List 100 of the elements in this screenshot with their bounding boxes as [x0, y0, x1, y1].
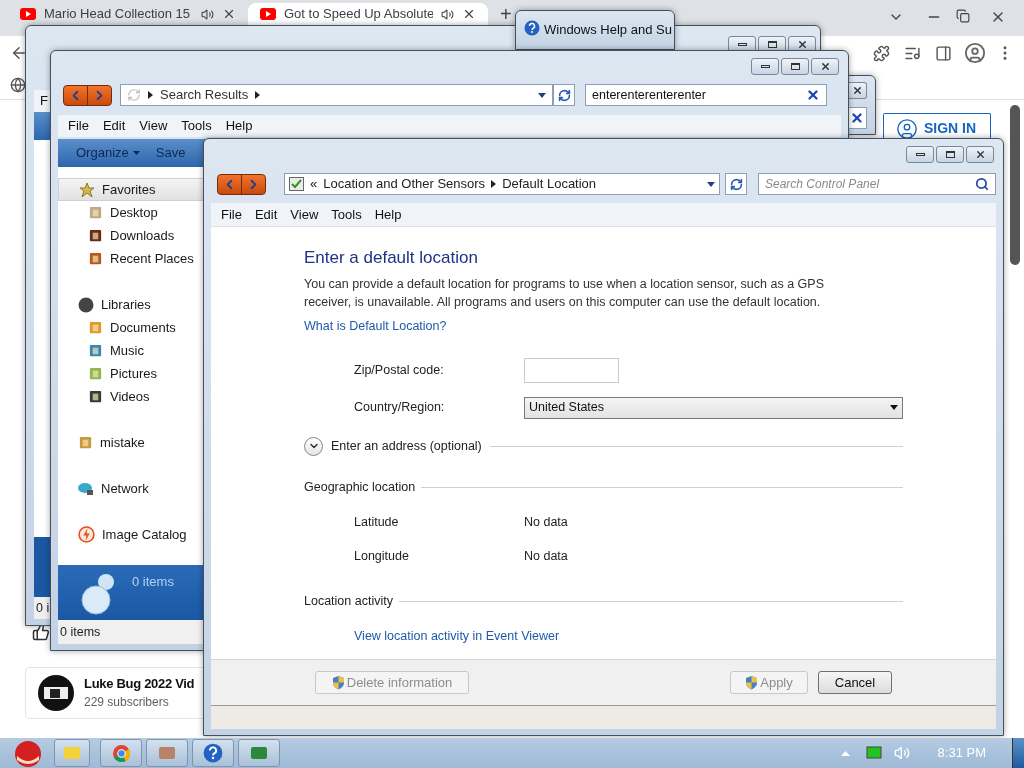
dropdown-icon: [890, 405, 898, 411]
navigation-item[interactable]: Pictures: [58, 362, 204, 385]
menu-item[interactable]: Tools: [181, 116, 212, 136]
dropdown-icon: [538, 92, 546, 98]
clear-icon[interactable]: [806, 88, 820, 102]
close-button[interactable]: [966, 145, 994, 163]
app-icon: [158, 745, 176, 761]
subscriber-count: 229 subscribers: [84, 694, 170, 711]
address-bar[interactable]: Search Results: [120, 84, 553, 106]
taskbar-button[interactable]: [192, 739, 234, 767]
restore-icon[interactable]: [956, 9, 970, 23]
app-icon: [63, 745, 81, 761]
menu-item[interactable]: Help: [225, 116, 253, 136]
navigation-item[interactable]: Documents: [58, 316, 204, 339]
folder-icon: [88, 389, 103, 404]
person-icon: [896, 118, 918, 140]
section-title: Location activity: [304, 593, 393, 610]
profile-icon[interactable]: [964, 42, 986, 64]
menu-item[interactable]: Help: [374, 204, 402, 225]
speaker-icon[interactable]: [441, 7, 454, 21]
back-icon[interactable]: [10, 44, 28, 62]
new-tab-button[interactable]: +: [500, 4, 512, 24]
navigation-item[interactable]: Image Catalog: [58, 523, 204, 546]
address-bar[interactable]: « Location and Other Sensors Default Location: [284, 173, 720, 195]
like-icon[interactable]: [32, 623, 50, 641]
menu-item[interactable]: Edit: [254, 204, 278, 225]
back-forward-buttons[interactable]: [217, 173, 266, 195]
side-panel-icon[interactable]: [935, 44, 952, 62]
network-status-icon[interactable]: [865, 746, 882, 760]
show-desktop-button[interactable]: [1012, 738, 1024, 768]
breadcrumb-overflow[interactable]: «: [310, 174, 318, 194]
search-icon[interactable]: [975, 177, 989, 191]
country-select[interactable]: United States: [524, 396, 903, 419]
folder-icon: [88, 205, 103, 220]
page-heading: Enter a default location: [304, 247, 479, 269]
minimize-button[interactable]: [751, 57, 779, 75]
taskbar-button[interactable]: [100, 739, 142, 767]
close-icon: [852, 85, 863, 96]
expand-toggle[interactable]: [304, 436, 323, 456]
navigation-item[interactable]: Downloads: [58, 224, 204, 247]
menu-item[interactable]: File: [221, 204, 242, 225]
maximize-button[interactable]: [936, 145, 964, 163]
navigation-item[interactable]: Favorites: [58, 178, 204, 201]
breadcrumb-item[interactable]: Location and Other Sensors: [323, 174, 486, 194]
close-icon: [819, 60, 831, 72]
coordinate-label: Longitude: [354, 548, 410, 566]
navigation-item[interactable]: Desktop: [58, 201, 204, 224]
close-button[interactable]: [811, 57, 839, 75]
zip-label: Zip/Postal code:: [354, 361, 445, 379]
details-text: 0 items: [132, 572, 174, 591]
menu-item[interactable]: File: [68, 116, 89, 136]
channel-avatar: [38, 675, 74, 711]
window-title: Windows Help and Su: [544, 21, 672, 39]
folder-icon: [78, 435, 93, 450]
menu-item[interactable]: F: [40, 91, 48, 111]
menu-item[interactable]: View: [290, 204, 319, 225]
control-panel-icon: [289, 177, 304, 191]
menu-item[interactable]: View: [139, 116, 168, 136]
menu-item[interactable]: Tools: [331, 204, 362, 225]
taskbar-button[interactable]: [238, 739, 280, 767]
breadcrumb-item[interactable]: Default Location: [502, 174, 597, 194]
refresh-button[interactable]: [553, 84, 575, 106]
scrollbar-thumb[interactable]: [1010, 105, 1020, 265]
zip-code-field[interactable]: [524, 357, 619, 383]
refresh-icon: [557, 88, 571, 102]
country-label: Country/Region:: [354, 399, 446, 417]
refresh-button[interactable]: [725, 173, 747, 195]
globe-icon[interactable]: [10, 76, 26, 93]
navigation-item[interactable]: mistake: [58, 431, 204, 454]
event-viewer-link[interactable]: View location activity in Event Viewer: [354, 626, 560, 646]
close-icon[interactable]: [462, 7, 476, 21]
navigation-item[interactable]: Videos: [58, 385, 204, 408]
folder-icon: [88, 320, 103, 335]
browser-tab[interactable]: Got to Speed Up Absolute: [248, 3, 488, 25]
minimize-button[interactable]: [906, 145, 934, 163]
expand-label[interactable]: Enter an address (optional): [331, 436, 482, 456]
dialog-button[interactable]: Cancel: [818, 671, 892, 694]
navigation-item[interactable]: Libraries: [58, 293, 204, 316]
loading-icon: [127, 88, 141, 102]
dropdown-icon: [707, 181, 715, 187]
navigation-item[interactable]: Recent Places: [58, 247, 204, 270]
menu-item[interactable]: Edit: [102, 116, 126, 136]
back-forward-buttons[interactable]: [63, 84, 112, 106]
coordinate-label: Latitude: [354, 513, 400, 531]
search-field[interactable]: [847, 107, 867, 129]
search-field[interactable]: Search Control Panel: [758, 173, 996, 195]
folder-icon: [88, 228, 103, 243]
close-button[interactable]: [849, 82, 867, 99]
search-field[interactable]: enterenterenterenter: [585, 84, 827, 106]
maximize-button[interactable]: [781, 57, 809, 75]
folder-icon: [88, 366, 103, 381]
navigation-item[interactable]: Music: [58, 339, 204, 362]
browser-icon: [112, 744, 130, 762]
speaker-icon[interactable]: [201, 7, 214, 21]
video-site-icon: [260, 8, 276, 20]
navigation-item[interactable]: Network: [58, 477, 204, 500]
close-icon[interactable]: [222, 7, 236, 21]
lightning-icon: [78, 526, 95, 543]
help-link[interactable]: What is Default Location?: [304, 317, 447, 336]
extensions-icon[interactable]: [873, 44, 890, 62]
